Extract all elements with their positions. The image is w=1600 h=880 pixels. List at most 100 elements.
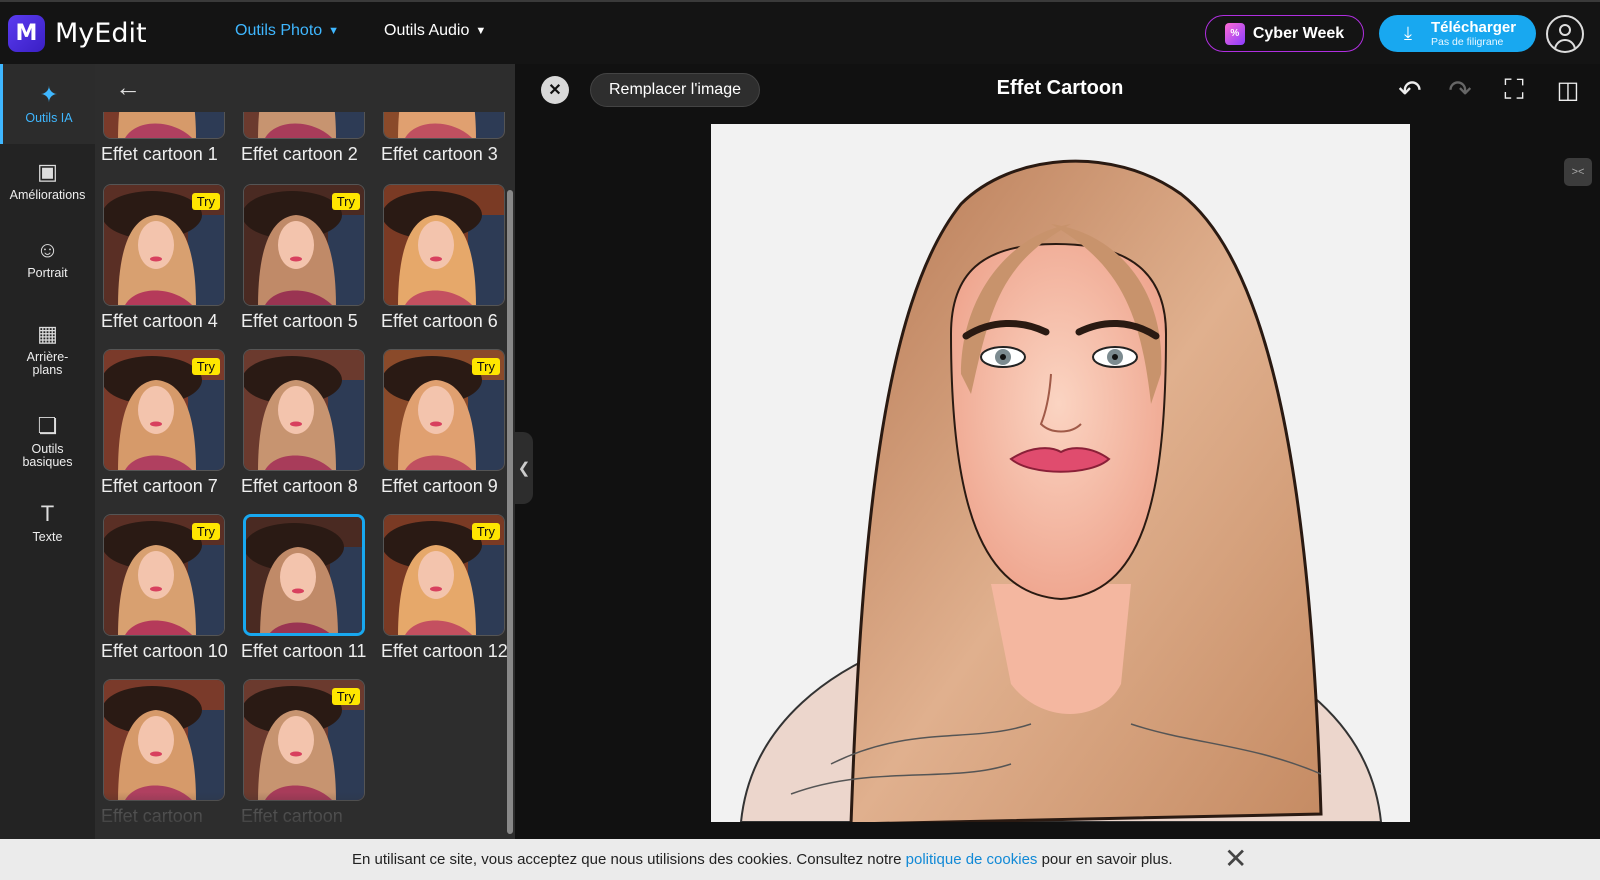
top-bar: M MyEdit Outils Photo ▼ Outils Audio ▼ %… bbox=[0, 0, 1600, 64]
compare-icon[interactable]: ◫ bbox=[1550, 72, 1586, 108]
close-icon: ✕ bbox=[548, 82, 562, 99]
image-enhance-icon: ▣ bbox=[37, 159, 58, 184]
sidebar-item-label: Améliorations bbox=[9, 188, 86, 202]
effect-label: Effet cartoon 10 bbox=[101, 641, 228, 661]
effect-label: Effet cartoon 3 bbox=[381, 144, 498, 164]
effect-label: Effet cartoon 11 bbox=[241, 641, 367, 661]
effect-label: Effet cartoon 4 bbox=[101, 311, 218, 331]
effect-thumbnail[interactable] bbox=[383, 112, 505, 139]
effect-thumbnail[interactable] bbox=[243, 514, 365, 636]
effect-preview-image bbox=[384, 112, 504, 138]
close-button[interactable]: ✕ bbox=[541, 76, 569, 104]
try-badge: Try bbox=[471, 523, 500, 540]
magic-wand-icon: ✦ bbox=[39, 81, 59, 107]
undo-icon[interactable]: ↶ bbox=[1392, 72, 1428, 108]
sidebar-item-text[interactable]: T Texte bbox=[0, 502, 95, 544]
download-label: Télécharger bbox=[1431, 18, 1517, 36]
chevron-down-icon: ▼ bbox=[328, 25, 340, 37]
copy-tools-icon: ❏ bbox=[37, 413, 58, 438]
effect-thumbnail[interactable]: Try bbox=[383, 514, 505, 636]
sidebar-item-label: Texte bbox=[32, 530, 63, 544]
effect-thumbnail[interactable]: Try bbox=[383, 349, 505, 471]
effect-preview-image bbox=[244, 350, 364, 470]
effect-thumbnail[interactable]: Try bbox=[243, 679, 365, 801]
cookie-banner: En utilisant ce site, vous acceptez que … bbox=[0, 839, 1600, 880]
redo-icon[interactable]: ↷ bbox=[1442, 72, 1478, 108]
tool-category-sidebar: ✦ Outils IA ▣ Améliorations ☺ Portrait ▦… bbox=[0, 64, 95, 839]
effect-label: Effet cartoon 1 bbox=[101, 144, 218, 164]
effect-label: Effet cartoon 8 bbox=[241, 476, 358, 496]
effect-thumbnail[interactable] bbox=[103, 679, 225, 801]
effect-label: Effet cartoon 5 bbox=[241, 311, 358, 331]
close-cookie-icon[interactable]: ✕ bbox=[1224, 845, 1247, 873]
effect-thumbnail[interactable]: Try bbox=[103, 349, 225, 471]
panel-fade-overlay bbox=[95, 792, 515, 839]
effects-grid: Effet cartoon 1 Effet cartoon 2 Effet cart… bbox=[95, 112, 515, 839]
try-badge: Try bbox=[191, 358, 220, 375]
cookie-text-before: En utilisant ce site, vous acceptez que … bbox=[352, 851, 902, 868]
sidebar-item-enhancements[interactable]: ▣ Améliorations bbox=[0, 160, 95, 202]
effect-label: Effet cartoon 6 bbox=[381, 311, 498, 331]
logo-mark-icon: M bbox=[8, 15, 45, 52]
text-icon: T bbox=[40, 501, 55, 526]
effect-preview-image bbox=[104, 680, 224, 800]
cartoon-portrait-image bbox=[711, 124, 1410, 822]
effect-label: Effet cartoon 2 bbox=[241, 144, 358, 164]
try-badge: Try bbox=[331, 688, 360, 705]
app-logo[interactable]: M MyEdit bbox=[8, 15, 147, 52]
shopping-bag-icon: % bbox=[1224, 22, 1245, 45]
effect-preview-image bbox=[104, 112, 224, 138]
chevron-left-icon: ❮ bbox=[517, 460, 531, 477]
panel-scrollbar[interactable] bbox=[507, 190, 513, 834]
effect-preview-image bbox=[246, 517, 362, 633]
cyber-week-button[interactable]: % Cyber Week bbox=[1205, 15, 1364, 52]
code-icon: >< bbox=[1571, 166, 1585, 178]
cyber-week-label: Cyber Week bbox=[1252, 24, 1345, 42]
cookie-policy-link[interactable]: politique de cookies bbox=[906, 851, 1038, 868]
portrait-icon: ☺ bbox=[36, 237, 59, 262]
try-badge: Try bbox=[191, 523, 220, 540]
try-badge: Try bbox=[471, 358, 500, 375]
nav-audio-label: Outils Audio bbox=[384, 22, 470, 39]
effect-thumbnail[interactable] bbox=[103, 112, 225, 139]
side-panel-toggle[interactable]: >< bbox=[1564, 158, 1592, 186]
effect-thumbnail[interactable] bbox=[243, 349, 365, 471]
back-arrow-icon[interactable]: ← bbox=[115, 72, 141, 103]
download-sublabel: Pas de filigrane bbox=[1431, 35, 1504, 48]
sidebar-item-basic-tools[interactable]: ❏ Outils basiques bbox=[0, 414, 95, 469]
nav-audio-tools[interactable]: Outils Audio ▼ bbox=[384, 22, 486, 40]
nav-photo-label: Outils Photo bbox=[235, 22, 323, 39]
crop-icon[interactable]: ⛶ bbox=[1496, 72, 1532, 108]
editor-title: Effet Cartoon bbox=[996, 77, 1124, 99]
app-name: MyEdit bbox=[55, 18, 147, 49]
background-icon: ▦ bbox=[37, 321, 58, 346]
sidebar-item-label: Outils basiques bbox=[22, 442, 73, 470]
try-badge: Try bbox=[191, 193, 220, 210]
sidebar-item-backgrounds[interactable]: ▦ Arrière-plans bbox=[0, 322, 95, 377]
collapse-panel-button[interactable]: ❮ bbox=[515, 432, 533, 504]
effect-thumbnail[interactable] bbox=[383, 184, 505, 306]
effect-preview-image bbox=[384, 185, 504, 305]
effect-thumbnail[interactable]: Try bbox=[103, 514, 225, 636]
effect-label: Effet cartoon 7 bbox=[101, 476, 218, 496]
try-badge: Try bbox=[331, 193, 360, 210]
image-canvas[interactable] bbox=[711, 124, 1410, 822]
profile-icon[interactable] bbox=[1546, 15, 1584, 53]
sidebar-item-label: Arrière-plans bbox=[26, 350, 69, 378]
sidebar-item-portrait[interactable]: ☺ Portrait bbox=[0, 238, 95, 280]
sidebar-item-ai-tools[interactable]: ✦ Outils IA bbox=[0, 64, 95, 144]
effect-thumbnail[interactable]: Try bbox=[243, 184, 365, 306]
effect-preview-image bbox=[244, 112, 364, 138]
effect-label: Effet cartoon 9 bbox=[381, 476, 498, 496]
cookie-text-after: pour en savoir plus. bbox=[1041, 851, 1173, 868]
sidebar-item-label: Portrait bbox=[27, 266, 68, 280]
nav-photo-tools[interactable]: Outils Photo ▼ bbox=[235, 22, 339, 40]
chevron-down-icon: ▼ bbox=[475, 25, 487, 37]
download-icon: ⤓ bbox=[1404, 23, 1412, 43]
replace-image-button[interactable]: Remplacer l'image bbox=[590, 73, 760, 107]
download-button[interactable]: ⤓ Télécharger Pas de filigrane bbox=[1379, 15, 1536, 52]
effect-thumbnail[interactable] bbox=[243, 112, 365, 139]
effects-panel: ← Effet cartoon 1 Effet cartoon 2 Effet ca… bbox=[95, 64, 515, 839]
effect-label: Effet cartoon 12 bbox=[381, 641, 508, 661]
effect-thumbnail[interactable]: Try bbox=[103, 184, 225, 306]
